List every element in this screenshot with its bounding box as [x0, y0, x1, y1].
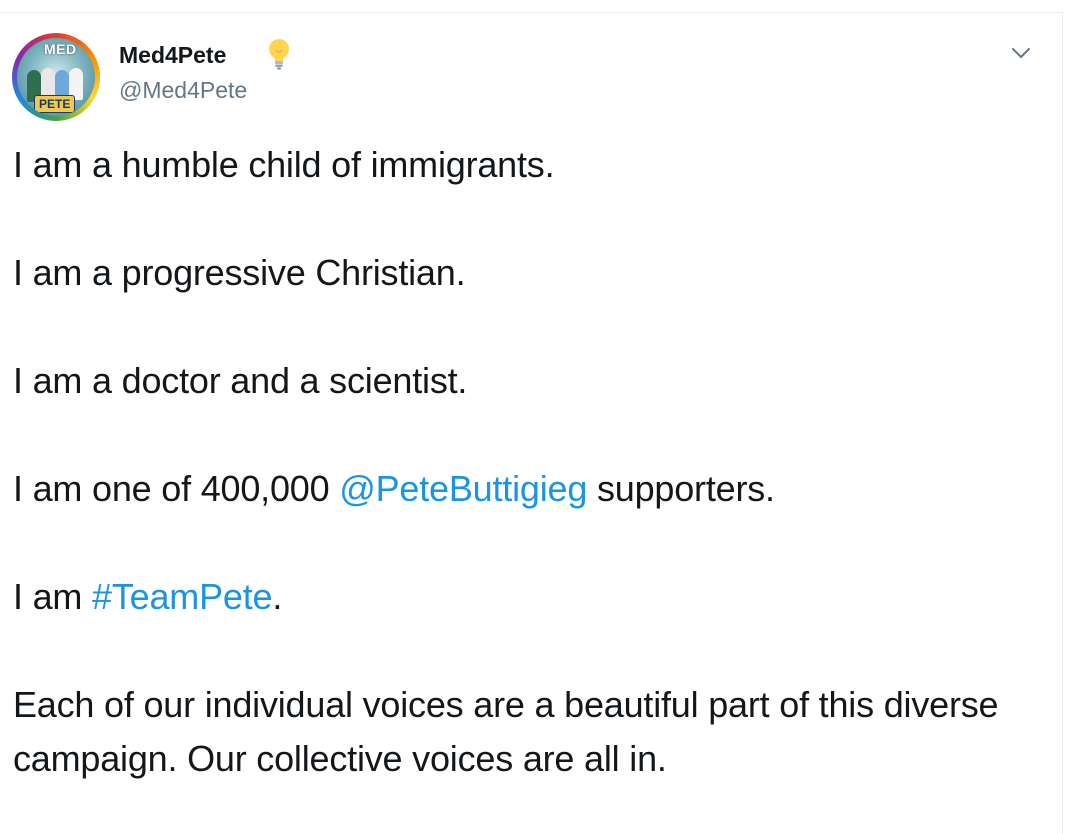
tweet-text-segment: .: [272, 576, 283, 617]
tweet-line: I am a doctor and a scientist.: [13, 360, 468, 401]
avatar[interactable]: MED PETE: [12, 33, 100, 121]
avatar-top-label: MED: [44, 41, 77, 57]
tweet-text-segment: supporters.: [587, 468, 775, 509]
tweet-right-border: [1062, 12, 1063, 834]
tweet-text: I am a humble child of immigrants. I am …: [13, 138, 1043, 786]
mention-link[interactable]: @PeteButtigieg: [339, 468, 587, 509]
tweet-line: I am #TeamPete.: [13, 570, 1043, 624]
tweet-top-border: [0, 12, 1062, 13]
tweet-line: I am a progressive Christian.: [13, 252, 466, 293]
hashtag-link[interactable]: #TeamPete: [92, 576, 273, 617]
chevron-down-icon[interactable]: [1008, 40, 1034, 66]
author-handle[interactable]: @Med4Pete: [119, 77, 247, 104]
avatar-image: MED PETE: [17, 38, 95, 116]
tweet-line: I am a humble child of immigrants.: [13, 144, 555, 185]
tweet-line: I am one of 400,000 @PeteButtigieg suppo…: [13, 462, 1043, 516]
light-bulb-icon: [269, 39, 289, 70]
tweet-text-segment: I am one of 400,000: [13, 468, 340, 509]
avatar-bottom-label: PETE: [34, 95, 76, 113]
author-display-name[interactable]: Med4Pete: [119, 42, 226, 69]
tweet-line: Each of our individual voices are a beau…: [13, 684, 999, 779]
tweet-text-segment: I am: [13, 576, 93, 617]
